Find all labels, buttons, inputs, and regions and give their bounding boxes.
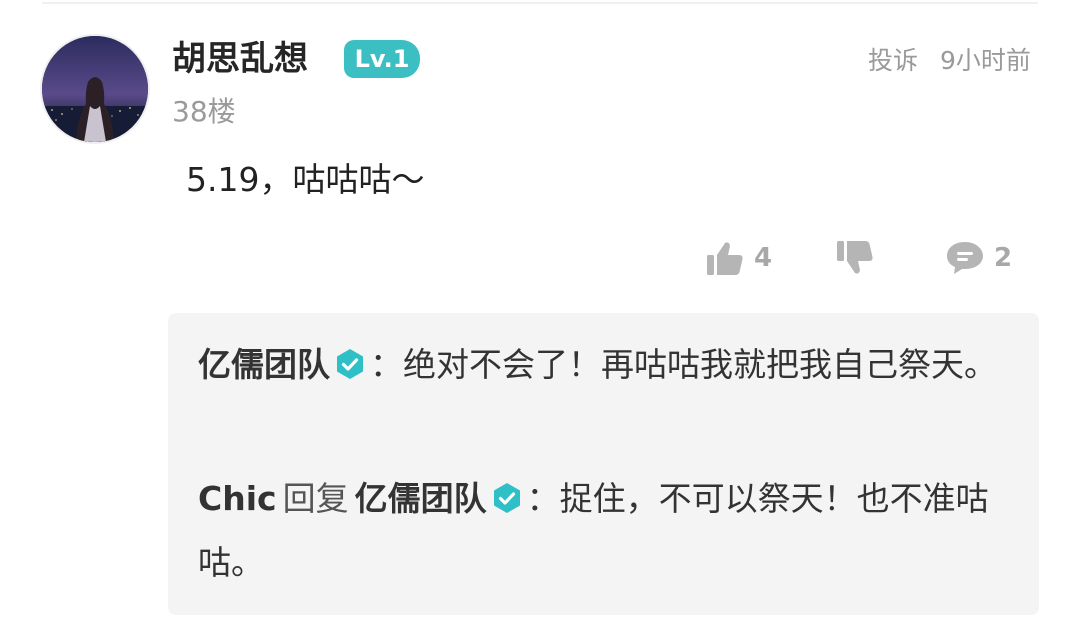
thumb-down-icon [834, 237, 876, 279]
report-link[interactable]: 投诉 [868, 44, 918, 78]
reply-verb: 回复 [282, 479, 349, 518]
reply-author[interactable]: Chic [198, 479, 277, 518]
reply-target[interactable]: 亿儒团队 [355, 479, 487, 518]
comment-username[interactable]: 胡思乱想 [172, 37, 308, 81]
comment-timestamp: 9小时前 [940, 46, 1031, 75]
like-button[interactable]: 4 [704, 234, 772, 282]
reply-count: 2 [994, 243, 1013, 273]
reply-separator: ： [526, 479, 560, 518]
reply-item[interactable]: Chic 回复 亿儒团队 ：捉住，不可以祭天！也不准咕咕。 [198, 467, 1018, 595]
comment-bubble-icon [944, 237, 986, 279]
top-divider [42, 2, 1038, 4]
reply-author[interactable]: 亿儒团队 [198, 345, 330, 384]
thumb-up-icon [704, 237, 746, 279]
verified-badge-icon [334, 348, 366, 380]
verified-badge-icon [491, 482, 523, 514]
reply-button[interactable]: 2 [944, 234, 1012, 282]
reply-item[interactable]: 亿儒团队 ：绝对不会了！再咕咕我就把我自己祭天。 [198, 333, 1018, 397]
reply-text: 绝对不会了！再咕咕我就把我自己祭天。 [403, 345, 997, 384]
floor-number: 38楼 [172, 95, 236, 128]
reply-separator: ： [370, 345, 403, 384]
reply-box: 亿儒团队 ：绝对不会了！再咕咕我就把我自己祭天。 Chic 回复 亿儒团队 ：捉住，不可… [168, 313, 1039, 615]
comment-text: 5.19，咕咕咕～ [186, 160, 425, 199]
dislike-button[interactable] [834, 234, 876, 282]
level-badge: Lv.1 [344, 40, 420, 78]
like-count: 4 [754, 243, 773, 273]
user-avatar[interactable] [42, 36, 148, 142]
avatar-image [42, 36, 148, 142]
